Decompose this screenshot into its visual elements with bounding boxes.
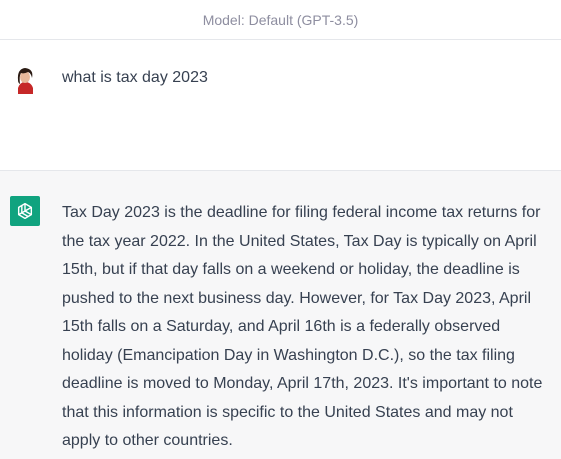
assistant-message-text: Tax Day 2023 is the deadline for filing … <box>62 204 543 449</box>
user-message-text: what is tax day 2023 <box>62 69 208 86</box>
assistant-avatar <box>10 196 40 226</box>
user-message: what is tax day 2023 <box>0 40 561 171</box>
assistant-message: Tax Day 2023 is the deadline for filing … <box>0 171 561 459</box>
model-indicator-bar: Model: Default (GPT-3.5) <box>0 0 561 40</box>
user-photo-avatar-icon <box>10 64 40 94</box>
model-label: Model: Default (GPT-3.5) <box>202 11 359 28</box>
openai-logo-icon <box>17 202 33 220</box>
user-avatar <box>10 64 40 94</box>
